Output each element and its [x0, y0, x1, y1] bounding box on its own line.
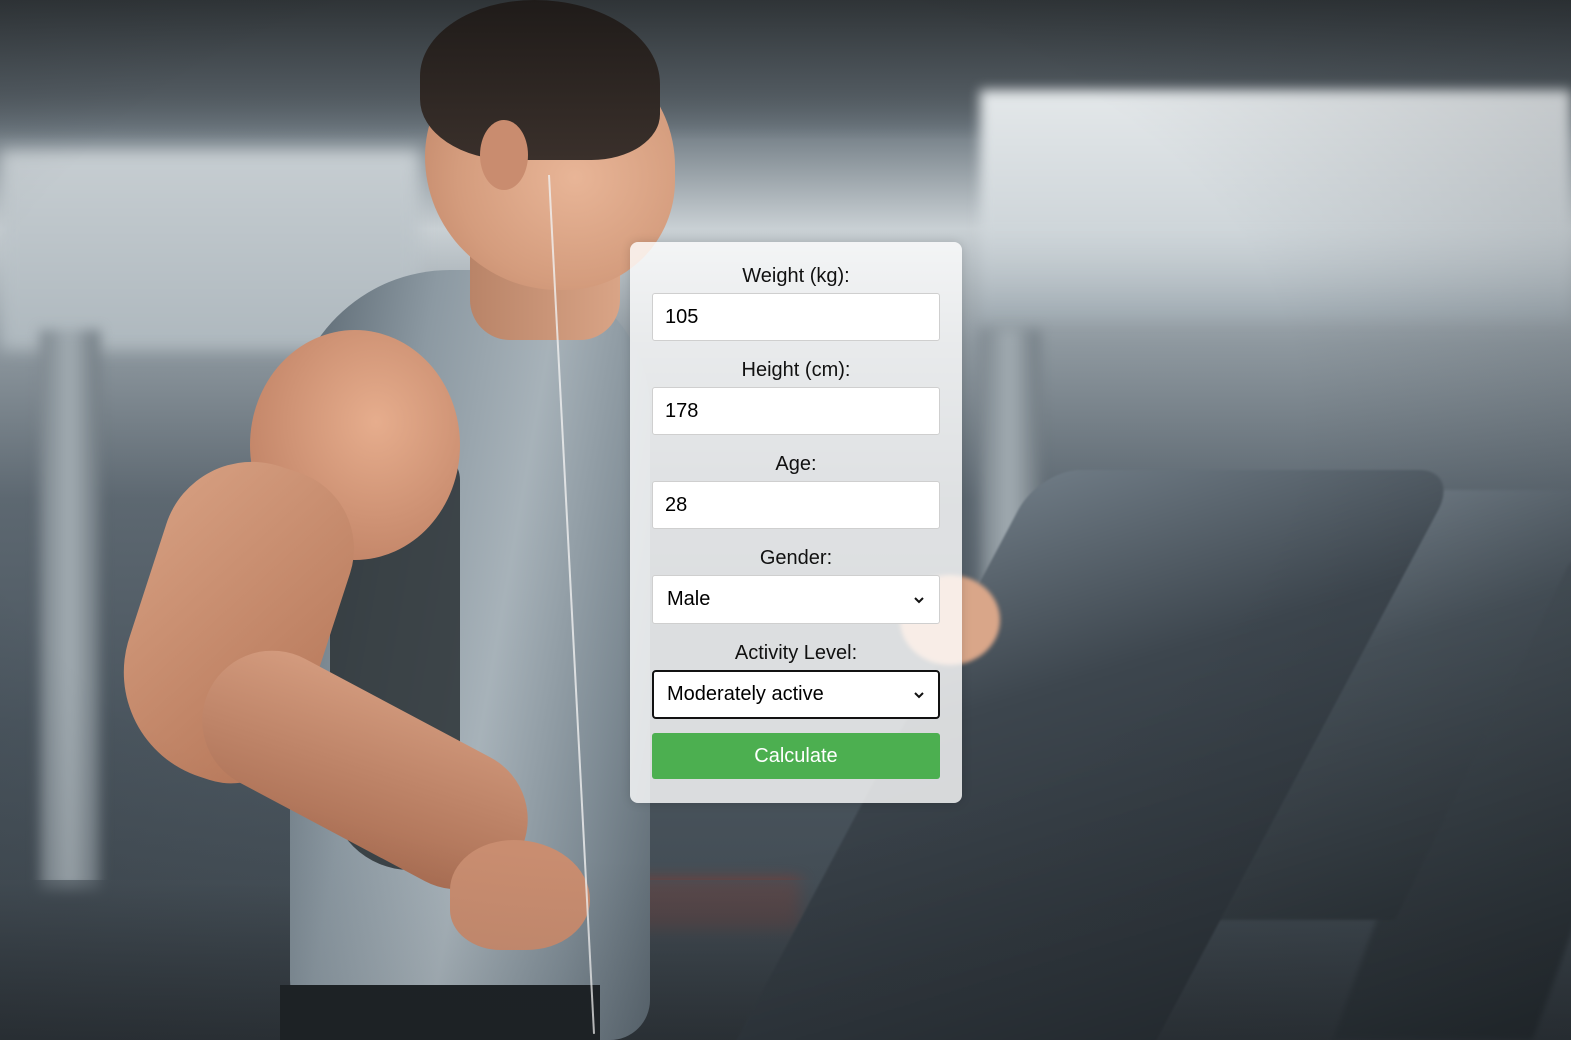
activity-level-select[interactable]: Moderately active	[652, 670, 940, 719]
chevron-down-icon	[913, 689, 925, 701]
calculate-button[interactable]: Calculate	[652, 733, 940, 779]
gender-select[interactable]: Male	[652, 575, 940, 624]
weight-input[interactable]	[652, 293, 940, 341]
activity-level-selected-value: Moderately active	[667, 683, 824, 705]
gender-selected-value: Male	[667, 588, 711, 610]
height-label: Height (cm):	[741, 359, 851, 381]
page: Weight (kg): Height (cm): Age: Gender: M…	[0, 0, 1571, 1040]
gender-label: Gender:	[759, 547, 833, 569]
activity-level-label: Activity Level:	[734, 642, 858, 664]
height-input[interactable]	[652, 387, 940, 435]
calorie-calculator-form: Weight (kg): Height (cm): Age: Gender: M…	[630, 242, 962, 803]
weight-label: Weight (kg):	[742, 265, 850, 287]
age-input[interactable]	[652, 481, 940, 529]
age-label: Age:	[775, 453, 817, 475]
chevron-down-icon	[913, 594, 925, 606]
